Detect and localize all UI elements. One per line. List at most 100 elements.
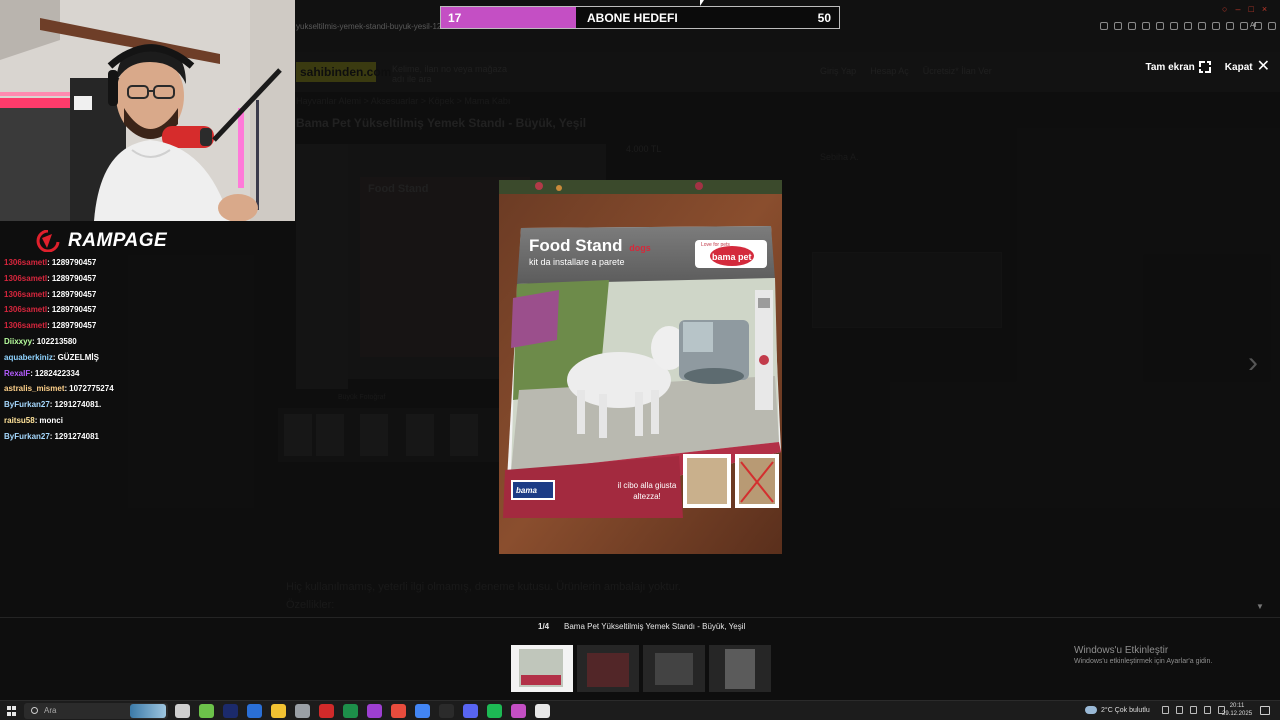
taskbar-app-icon[interactable] <box>463 704 478 718</box>
taskbar-app-icon[interactable] <box>415 704 430 718</box>
chat-message-text: 1289790457 <box>51 321 97 331</box>
leaf-icon[interactable] <box>1212 22 1220 30</box>
system-tray <box>1162 706 1225 714</box>
lightbox-main-photo[interactable]: Food Stand dogs kit da installare a pare… <box>499 180 782 554</box>
chat-message: 1306sametl: 1289790457 <box>4 319 284 335</box>
location-icon[interactable] <box>1268 22 1276 30</box>
taskbar-app-icon[interactable] <box>511 704 526 718</box>
chat-message: Diixxyy: 102213580 <box>4 335 284 351</box>
goal-label: ABONE HEDEFI <box>587 11 678 25</box>
chat-username[interactable]: 1306sametl <box>4 321 47 330</box>
cube-icon[interactable] <box>1198 22 1206 30</box>
notification-icon[interactable] <box>1260 706 1270 715</box>
taskbar-app-icon[interactable] <box>295 704 310 718</box>
taskbar-app-icon[interactable] <box>271 704 286 718</box>
zoom-icon[interactable] <box>1114 22 1122 30</box>
taskbar-app-icon[interactable] <box>487 704 502 718</box>
fullscreen-icon <box>1198 61 1211 73</box>
search-icon[interactable]: ○ <box>1222 4 1227 14</box>
taskbar-app-icon[interactable] <box>223 704 238 718</box>
mouse-cursor-icon <box>700 0 704 6</box>
taskbar-app-icon[interactable] <box>247 704 262 718</box>
close-lightbox-button[interactable]: Kapat ✕ <box>1225 58 1270 75</box>
chat-username[interactable]: aquaberkiniz <box>4 353 53 362</box>
chat-username[interactable]: ByFurkan27 <box>4 400 50 409</box>
close-window-icon[interactable]: × <box>1262 4 1267 14</box>
microphone-icon[interactable] <box>1176 706 1183 714</box>
chat-message: 1306sametl: 1289790457 <box>4 288 284 304</box>
chat-separator: : <box>49 431 53 441</box>
chat-separator: : <box>52 352 56 362</box>
rampage-icon <box>36 230 60 252</box>
chat-message-text: 1282422334 <box>34 368 80 378</box>
tab-icon[interactable] <box>1142 22 1150 30</box>
chat-username[interactable]: astralis_mismet <box>4 384 64 393</box>
chat-username[interactable]: 1306sametl <box>4 274 47 283</box>
chat-message-text: 102213580 <box>36 336 77 346</box>
next-photo-arrow-icon[interactable]: › <box>1248 348 1268 380</box>
chat-message: 1306sametl: 1289790457 <box>4 272 284 288</box>
chat-icon[interactable] <box>1226 22 1234 30</box>
chat-username[interactable]: ByFurkan27 <box>4 432 50 441</box>
chat-separator: : <box>47 305 50 315</box>
play-icon[interactable] <box>1184 22 1192 30</box>
maximize-icon[interactable]: □ <box>1248 4 1253 14</box>
chat-username[interactable]: Diixxyy <box>4 337 32 346</box>
taskbar-app-icon[interactable] <box>535 704 550 718</box>
taskbar-app-icon[interactable] <box>343 704 358 718</box>
chat-username[interactable]: raitsu58 <box>4 416 35 425</box>
webcam-image <box>0 0 295 221</box>
shield-icon[interactable] <box>1156 22 1164 30</box>
chat-message-text: 1289790457 <box>51 289 97 299</box>
chat-message-text: 1289790457 <box>51 273 97 283</box>
chat-username[interactable]: 1306sametl <box>4 258 47 267</box>
scroll-down-icon[interactable]: ▼ <box>1256 602 1264 611</box>
chat-separator: : <box>64 384 68 394</box>
chat-message-text: 1289790457 <box>51 305 97 315</box>
taskbar-app-icon[interactable] <box>175 704 190 718</box>
chat-message-text: 1289790457 <box>51 258 97 267</box>
lightbox-thumbnail[interactable] <box>511 645 573 692</box>
streamer-webcam <box>0 0 295 221</box>
chat-separator: : <box>49 400 53 410</box>
heart-icon[interactable] <box>1170 22 1178 30</box>
product-brand: bama pet <box>712 252 752 262</box>
taskbar-app-icon[interactable] <box>199 704 214 718</box>
chat-username[interactable]: 1306sametl <box>4 290 47 299</box>
taskbar-app-icon[interactable] <box>391 704 406 718</box>
heart-outline-icon[interactable] <box>1240 22 1248 30</box>
chat-message: RexaIF: 1282422334 <box>4 367 284 383</box>
photo-caption: Bama Pet Yükseltilmiş Yemek Standı - Büy… <box>564 622 746 631</box>
windows-start-icon[interactable] <box>7 706 17 716</box>
chat-username[interactable]: RexaIF <box>4 369 30 378</box>
photo-counter: 1/4 <box>538 622 550 631</box>
taskbar-app-icon[interactable] <box>439 704 454 718</box>
chat-message: ByFurkan27: 1291274081 <box>4 430 284 446</box>
key-icon[interactable] <box>1128 22 1136 30</box>
activation-subtitle: Windows'u etkinleştirmek için Ayarlar'a … <box>1074 658 1213 665</box>
chat-username[interactable]: 1306sametl <box>4 305 47 314</box>
network-icon[interactable] <box>1204 706 1211 714</box>
reader-icon[interactable] <box>1100 22 1108 30</box>
chevron-up-icon[interactable] <box>1162 706 1169 714</box>
taskbar-app-icon[interactable] <box>367 704 382 718</box>
windows-taskbar: Ara 2°C Çok bulutlu 20:11 29.12.2025 <box>0 700 1280 720</box>
ai-button[interactable]: AI <box>1250 22 1257 29</box>
chat-message: 1306sametl: 1289790457 <box>4 256 284 272</box>
taskbar-app-icon[interactable] <box>319 704 334 718</box>
chat-separator: : <box>47 321 50 331</box>
clock-date: 29.12.2025 <box>1222 711 1253 717</box>
taskbar-clock[interactable]: 20:11 29.12.2025 <box>1222 702 1252 718</box>
close-icon: ✕ <box>1256 58 1270 75</box>
fullscreen-button[interactable]: Tam ekran <box>1146 61 1211 73</box>
taskbar-weather[interactable]: 2°C Çok bulutlu <box>1085 706 1150 714</box>
chat-message: raitsu58: monci <box>4 414 284 430</box>
language-icon[interactable] <box>1190 706 1197 714</box>
lightbox-thumbnail[interactable] <box>643 645 705 692</box>
activation-title: Windows'u Etkinleştir <box>1074 645 1169 656</box>
taskbar-search-box[interactable]: Ara <box>24 703 168 719</box>
lightbox-actions: Tam ekran Kapat ✕ <box>1146 58 1271 75</box>
lightbox-thumbnail[interactable] <box>709 645 771 692</box>
lightbox-thumbnail[interactable] <box>577 645 639 692</box>
minimize-icon[interactable]: – <box>1235 4 1240 14</box>
